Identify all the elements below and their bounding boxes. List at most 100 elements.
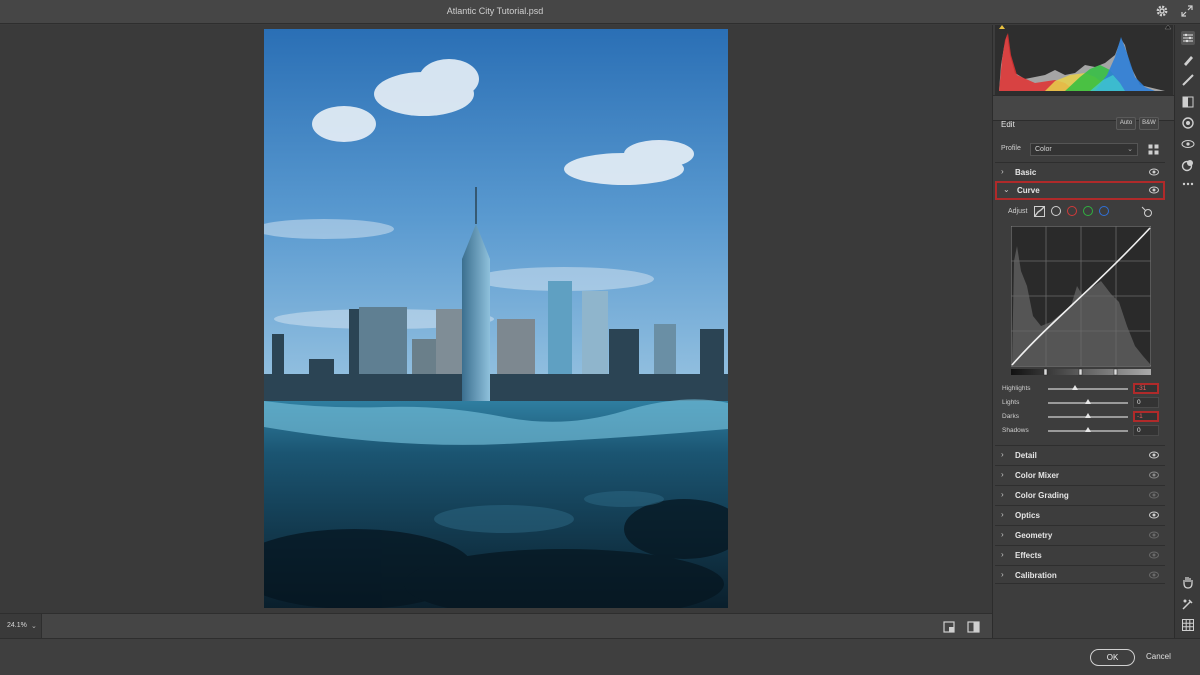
section-color-mixer[interactable]: › Color Mixer bbox=[995, 465, 1165, 484]
canvas-area[interactable] bbox=[0, 25, 992, 613]
blue-channel-icon[interactable] bbox=[1099, 206, 1109, 216]
profile-browser-icon[interactable] bbox=[1148, 144, 1159, 155]
grid-icon[interactable] bbox=[1181, 618, 1195, 632]
more-icon[interactable] bbox=[1181, 177, 1195, 191]
eye-icon[interactable] bbox=[1149, 531, 1159, 539]
slider-thumb[interactable] bbox=[1072, 385, 1078, 390]
tool-strip bbox=[1174, 25, 1200, 638]
status-bar: 24.1% ⌄ bbox=[0, 613, 992, 639]
chevron-right-icon: › bbox=[1001, 550, 1004, 559]
slider-label: Darks bbox=[1002, 413, 1019, 420]
photo-preview[interactable] bbox=[264, 29, 728, 608]
section-color-grading[interactable]: › Color Grading bbox=[995, 485, 1165, 504]
eye-icon[interactable] bbox=[1149, 571, 1159, 579]
chevron-right-icon: › bbox=[1001, 510, 1004, 519]
heal-icon[interactable] bbox=[1181, 73, 1195, 87]
zoom-level: 24.1% bbox=[7, 622, 27, 629]
lights-value[interactable]: 0 bbox=[1133, 397, 1159, 408]
highlights-slider-row: Highlights -31 bbox=[993, 382, 1167, 396]
slider-thumb[interactable] bbox=[1085, 399, 1091, 404]
section-calibration[interactable]: › Calibration bbox=[995, 565, 1165, 584]
expand-icon[interactable] bbox=[1180, 4, 1194, 18]
highlight-clipping-icon bbox=[1164, 25, 1172, 30]
eye-icon[interactable] bbox=[1149, 511, 1159, 519]
point-curve-icon[interactable] bbox=[1051, 206, 1061, 216]
zoom-selector[interactable]: 24.1% ⌄ bbox=[0, 614, 42, 639]
chevron-down-icon: ⌄ bbox=[31, 623, 37, 630]
profile-select[interactable]: Color ⌄ bbox=[1030, 143, 1138, 156]
section-basic[interactable]: › Basic bbox=[995, 162, 1165, 181]
eye-icon[interactable] bbox=[1149, 451, 1159, 459]
slider-label: Highlights bbox=[1002, 385, 1031, 392]
document-title: Atlantic City Tutorial.psd bbox=[446, 6, 544, 16]
histogram[interactable] bbox=[995, 25, 1173, 95]
presets-icon[interactable] bbox=[1181, 158, 1195, 172]
profile-row: Profile Color ⌄ bbox=[993, 141, 1167, 159]
chevron-right-icon: › bbox=[1001, 167, 1004, 176]
darks-value[interactable]: -1 bbox=[1133, 411, 1159, 422]
darks-slider-row: Darks -1 bbox=[993, 410, 1167, 424]
profile-label: Profile bbox=[1001, 145, 1021, 152]
chevron-down-icon: ⌄ bbox=[1127, 146, 1133, 153]
ok-button[interactable]: OK bbox=[1090, 649, 1135, 666]
single-view-icon[interactable] bbox=[943, 621, 955, 633]
profile-value: Color bbox=[1035, 146, 1052, 153]
eye-icon[interactable] bbox=[1149, 471, 1159, 479]
section-title: Basic bbox=[1015, 168, 1037, 177]
sampler-icon[interactable] bbox=[1181, 597, 1195, 611]
section-optics[interactable]: › Optics bbox=[995, 505, 1165, 524]
radial-mask-icon[interactable] bbox=[1181, 116, 1195, 130]
targeted-adjustment-icon[interactable] bbox=[1141, 206, 1153, 218]
slider-thumb[interactable] bbox=[1085, 413, 1091, 418]
curve-adjust-row: Adjust bbox=[993, 204, 1167, 220]
section-curve[interactable]: ⌄ Curve bbox=[995, 181, 1165, 200]
chevron-right-icon: › bbox=[1001, 490, 1004, 499]
before-after-icon[interactable] bbox=[967, 621, 980, 633]
highlights-value[interactable]: -31 bbox=[1133, 383, 1159, 394]
shadows-value[interactable]: 0 bbox=[1133, 425, 1159, 436]
eye-icon[interactable] bbox=[1149, 491, 1159, 499]
auto-button[interactable]: Auto bbox=[1116, 117, 1136, 130]
edit-sliders-icon[interactable] bbox=[1181, 31, 1195, 45]
hand-icon[interactable] bbox=[1181, 575, 1195, 589]
section-title: Optics bbox=[1015, 511, 1040, 520]
edit-label: Edit bbox=[1001, 120, 1015, 129]
chevron-down-icon: ⌄ bbox=[1003, 185, 1010, 194]
eye-icon[interactable] bbox=[1149, 551, 1159, 559]
adjust-label: Adjust bbox=[1008, 208, 1028, 215]
shadow-clipping-icon bbox=[999, 25, 1005, 29]
cancel-button[interactable]: Cancel bbox=[1146, 652, 1171, 661]
chevron-right-icon: › bbox=[1001, 450, 1004, 459]
eye-icon[interactable] bbox=[1149, 186, 1159, 194]
curve-graph[interactable] bbox=[1011, 226, 1151, 378]
section-title: Color Mixer bbox=[1015, 471, 1060, 480]
edit-panel: Edit Auto B&W Profile Color ⌄ › Basic ⌄ … bbox=[992, 25, 1175, 638]
lights-slider-row: Lights 0 bbox=[993, 396, 1167, 410]
bw-button[interactable]: B&W bbox=[1139, 117, 1159, 130]
section-effects[interactable]: › Effects bbox=[995, 545, 1165, 564]
gradient-mask-icon[interactable] bbox=[1181, 95, 1195, 109]
red-channel-icon[interactable] bbox=[1067, 206, 1077, 216]
section-title: Curve bbox=[1017, 186, 1040, 195]
title-bar: Atlantic City Tutorial.psd bbox=[0, 0, 1200, 24]
highlights-slider[interactable] bbox=[1048, 388, 1128, 390]
slider-label: Lights bbox=[1002, 399, 1020, 406]
redeye-icon[interactable] bbox=[1181, 137, 1195, 151]
edit-header: Edit Auto B&W bbox=[993, 114, 1167, 134]
section-title: Effects bbox=[1015, 551, 1042, 560]
parametric-curve-icon[interactable] bbox=[1034, 206, 1045, 217]
section-geometry[interactable]: › Geometry bbox=[995, 525, 1165, 544]
chevron-right-icon: › bbox=[1001, 530, 1004, 539]
slider-thumb[interactable] bbox=[1085, 427, 1091, 432]
shadows-slider-row: Shadows 0 bbox=[993, 424, 1167, 438]
green-channel-icon[interactable] bbox=[1083, 206, 1093, 216]
slider-label: Shadows bbox=[1002, 427, 1029, 434]
section-title: Color Grading bbox=[1015, 491, 1069, 500]
section-detail[interactable]: › Detail bbox=[995, 445, 1165, 464]
gear-icon[interactable] bbox=[1155, 4, 1169, 18]
brush-icon[interactable] bbox=[1181, 53, 1195, 67]
dialog-footer: OK Cancel bbox=[0, 638, 1200, 675]
section-title: Detail bbox=[1015, 451, 1037, 460]
section-title: Calibration bbox=[1015, 571, 1057, 580]
eye-icon[interactable] bbox=[1149, 168, 1159, 176]
